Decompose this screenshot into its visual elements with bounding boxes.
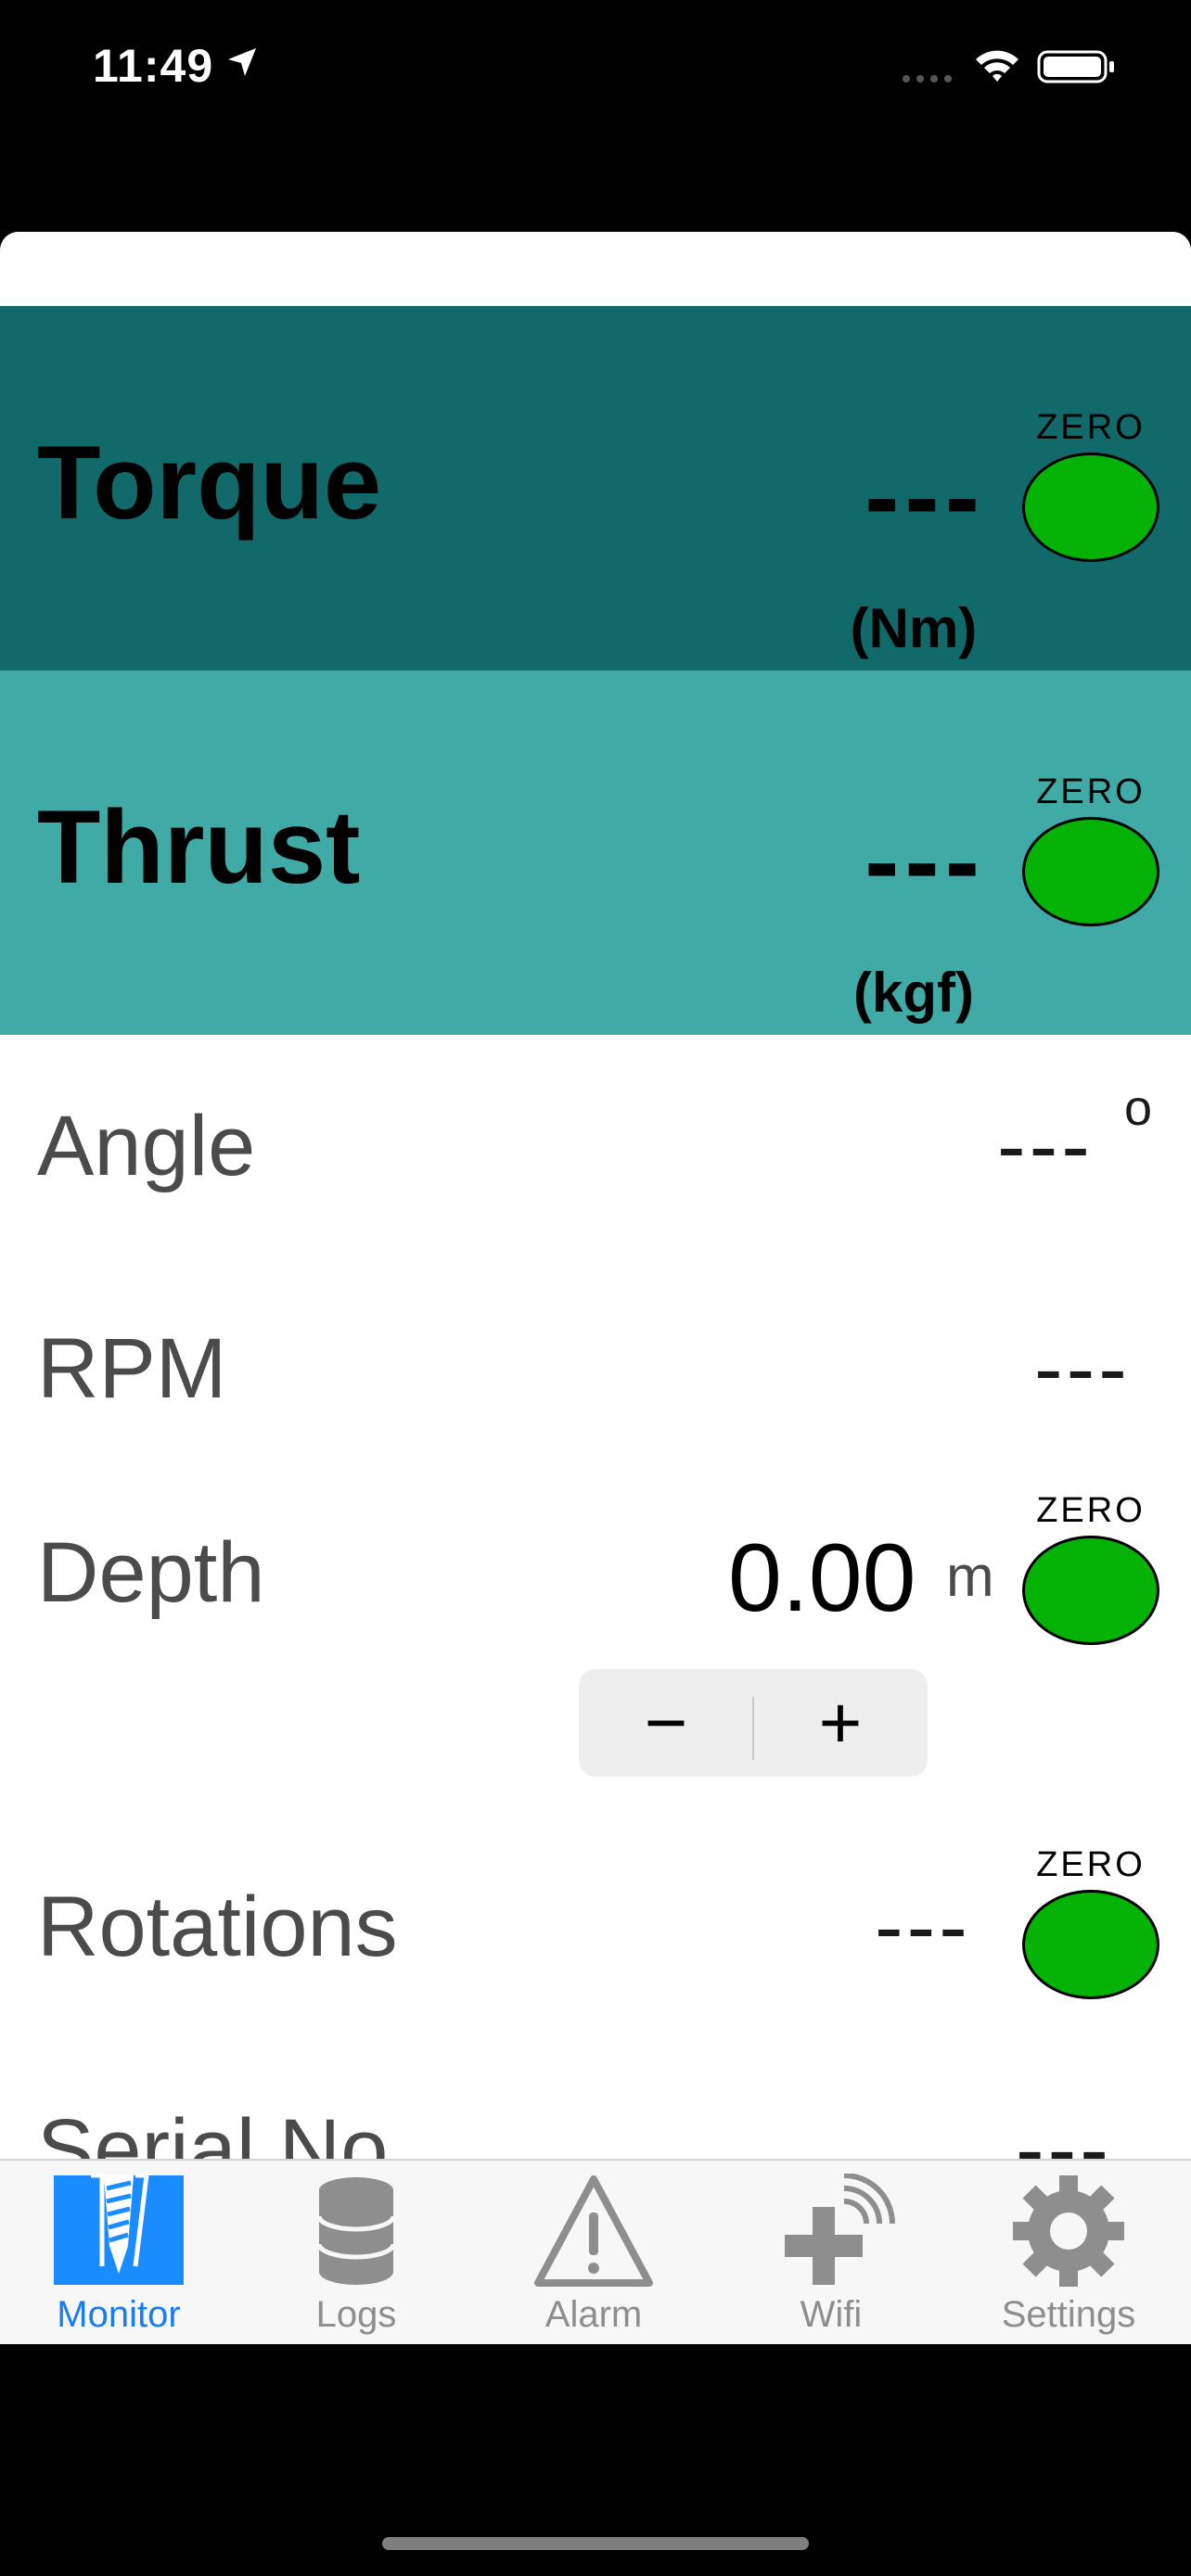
zero-indicator[interactable]	[1022, 1890, 1159, 1999]
zero-label: ZERO	[1036, 408, 1146, 447]
location-arrow-icon	[228, 48, 256, 76]
database-icon	[316, 2177, 396, 2285]
stepper-minus-button[interactable]: −	[579, 1669, 753, 1777]
torque-value: ---	[864, 439, 985, 555]
depth-value: 0.00	[728, 1524, 916, 1632]
thrust-value: ---	[864, 803, 985, 919]
zero-indicator[interactable]	[1022, 817, 1159, 926]
monitor-screen: Torque --- (Nm) ZERO Thrust --- (kgf) ZE…	[0, 232, 1191, 2344]
angle-label: Angle	[37, 1099, 256, 1193]
degree-symbol: o	[1124, 1080, 1153, 1136]
thrust-zero-button[interactable]: ZERO	[1018, 774, 1163, 926]
angle-value: ---	[997, 1099, 1094, 1193]
torque-label: Torque	[37, 425, 382, 541]
tab-label: Settings	[1001, 2294, 1136, 2335]
torque-zero-button[interactable]: ZERO	[1018, 410, 1163, 562]
gear-icon	[1013, 2175, 1124, 2287]
drill-icon	[54, 2174, 184, 2285]
wifi-status-icon	[976, 50, 1018, 82]
thrust-panel: Thrust --- (kgf) ZERO	[0, 670, 1191, 1035]
tab-label: Alarm	[544, 2294, 643, 2335]
tab-monitor[interactable]: Monitor	[0, 2161, 237, 2344]
rpm-value: ---	[1034, 1321, 1131, 1416]
tab-alarm[interactable]: Alarm	[475, 2161, 712, 2344]
zero-indicator[interactable]	[1022, 453, 1159, 562]
thrust-label: Thrust	[37, 789, 361, 905]
rotations-value: ---	[875, 1880, 971, 1974]
depth-stepper[interactable]: − +	[579, 1669, 928, 1777]
status-time: 11:49	[93, 40, 214, 92]
zero-label: ZERO	[1036, 1845, 1146, 1884]
depth-zero-button[interactable]: ZERO	[1018, 1493, 1163, 1645]
zero-label: ZERO	[1036, 772, 1146, 811]
rpm-label: RPM	[37, 1321, 227, 1416]
home-indicator[interactable]	[382, 2537, 809, 2550]
stepper-plus-button[interactable]: +	[753, 1669, 928, 1777]
thrust-unit: (kgf)	[853, 962, 974, 1024]
tab-bar: Monitor Logs Alarm Wifi Settings	[0, 2159, 1191, 2344]
status-bar: 11:49	[0, 0, 1191, 139]
tab-label: Monitor	[57, 2294, 181, 2335]
battery-icon	[1037, 50, 1114, 83]
rotations-label: Rotations	[37, 1880, 398, 1974]
torque-unit: (Nm)	[850, 597, 978, 659]
zero-label: ZERO	[1036, 1491, 1146, 1530]
header-spacer	[0, 232, 1191, 306]
tab-logs[interactable]: Logs	[237, 2161, 475, 2344]
wifi-plus-icon	[785, 2174, 895, 2285]
tab-settings[interactable]: Settings	[950, 2161, 1187, 2344]
torque-panel: Torque --- (Nm) ZERO	[0, 306, 1191, 670]
tab-label: Wifi	[800, 2294, 863, 2335]
depth-unit: m	[946, 1545, 994, 1609]
warning-icon	[534, 2175, 653, 2287]
depth-label: Depth	[37, 1525, 265, 1620]
rotations-zero-button[interactable]: ZERO	[1018, 1847, 1163, 1999]
tab-wifi[interactable]: Wifi	[712, 2161, 950, 2344]
tab-label: Logs	[315, 2294, 397, 2335]
zero-indicator[interactable]	[1022, 1536, 1159, 1645]
cellular-signal-icon	[903, 75, 952, 83]
